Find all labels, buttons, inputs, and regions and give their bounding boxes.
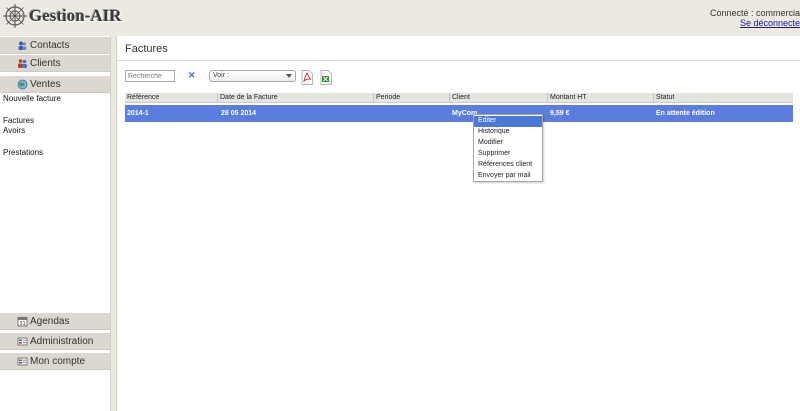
logo-text: Gestion-AIR bbox=[29, 6, 122, 25]
app-logo[interactable]: Gestion-AIR bbox=[2, 3, 122, 29]
view-select[interactable]: Voir : bbox=[209, 70, 296, 82]
sidebar-item-clients[interactable]: Clients bbox=[0, 55, 110, 72]
menu-item-references-client[interactable]: Références client bbox=[474, 160, 542, 171]
sidebar-sublink-factures[interactable]: Factures bbox=[3, 116, 34, 127]
column-header-reference[interactable]: Référence bbox=[125, 93, 217, 103]
sidebar-item-administration[interactable]: Administration bbox=[0, 333, 110, 350]
pdf-export-icon[interactable] bbox=[301, 70, 313, 85]
cell-periode bbox=[375, 105, 377, 122]
cell-date: 28 05 2014 bbox=[221, 110, 257, 117]
sidebar-item-label: Administration bbox=[30, 335, 94, 347]
calendar-icon: 31 bbox=[17, 316, 28, 327]
sidebar: Contacts Clients Ventes Nouvelle facture… bbox=[0, 36, 111, 411]
contacts-icon bbox=[17, 40, 28, 51]
row-context-menu: Editer Historique Modifier Supprimer Réf… bbox=[473, 114, 543, 182]
column-header-date[interactable]: Date de la Facture bbox=[217, 93, 373, 103]
menu-item-historique[interactable]: Historique bbox=[474, 127, 542, 138]
table-header: Référence Date de la Facture Periode Cli… bbox=[125, 93, 793, 103]
view-select-value: Voir : bbox=[213, 72, 229, 79]
search-input[interactable] bbox=[125, 70, 175, 82]
column-header-montant[interactable]: Montant HT bbox=[547, 93, 653, 103]
sidebar-item-label: Contacts bbox=[30, 39, 70, 51]
column-header-periode[interactable]: Periode bbox=[373, 93, 449, 103]
table-row[interactable]: 2014-1 28 05 2014 MyCom 9,59 € En attent… bbox=[125, 105, 793, 122]
chevron-down-icon bbox=[286, 74, 292, 78]
connected-label: Connecté : commercia bbox=[709, 8, 800, 18]
user-status: Connecté : commercia Se déconnecte bbox=[710, 8, 800, 28]
clear-search-icon[interactable]: ✕ bbox=[188, 70, 196, 81]
menu-item-envoyer-mail[interactable]: Envoyer par mail bbox=[474, 171, 542, 182]
sidebar-sublink-prestations[interactable]: Prestations bbox=[3, 148, 43, 159]
sidebar-item-agendas[interactable]: 31 Agendas bbox=[0, 313, 110, 330]
sidebar-item-label: Ventes bbox=[30, 78, 61, 90]
clients-icon bbox=[17, 58, 28, 69]
sidebar-item-ventes[interactable]: Ventes bbox=[0, 76, 110, 93]
sidebar-sublink-nouvelle-facture[interactable]: Nouvelle facture bbox=[3, 94, 61, 105]
sidebar-item-label: Clients bbox=[30, 57, 61, 69]
excel-export-icon[interactable] bbox=[320, 70, 332, 85]
cell-statut: En attente édition bbox=[656, 110, 715, 117]
title-divider bbox=[117, 60, 800, 61]
administration-icon bbox=[17, 336, 28, 347]
column-header-statut[interactable]: Statut bbox=[653, 93, 793, 103]
sidebar-item-label: Mon compte bbox=[30, 355, 86, 367]
main-panel: Factures ✕ Voir : Référence Date de la F… bbox=[116, 36, 800, 411]
cell-reference: 2014-1 bbox=[127, 110, 149, 117]
menu-item-supprimer[interactable]: Supprimer bbox=[474, 149, 542, 160]
logout-link[interactable]: Se déconnecte bbox=[710, 18, 800, 28]
compass-rose-icon bbox=[3, 4, 27, 28]
sidebar-item-mon-compte[interactable]: Mon compte bbox=[0, 353, 110, 370]
cell-montant: 9,59 € bbox=[550, 110, 570, 117]
account-icon bbox=[17, 356, 28, 367]
menu-item-modifier[interactable]: Modifier bbox=[474, 138, 542, 149]
app-header: Gestion-AIR Connecté : commercia Se déco… bbox=[0, 0, 800, 36]
svg-text:31: 31 bbox=[19, 321, 25, 327]
column-header-client[interactable]: Client bbox=[449, 93, 547, 103]
sidebar-item-contacts[interactable]: Contacts bbox=[0, 37, 110, 54]
sidebar-item-label: Agendas bbox=[30, 315, 70, 327]
menu-item-editer[interactable]: Editer bbox=[474, 116, 542, 127]
page-title: Factures bbox=[125, 43, 168, 55]
sidebar-sublink-avoirs[interactable]: Avoirs bbox=[3, 126, 25, 137]
ventes-icon bbox=[17, 79, 28, 90]
